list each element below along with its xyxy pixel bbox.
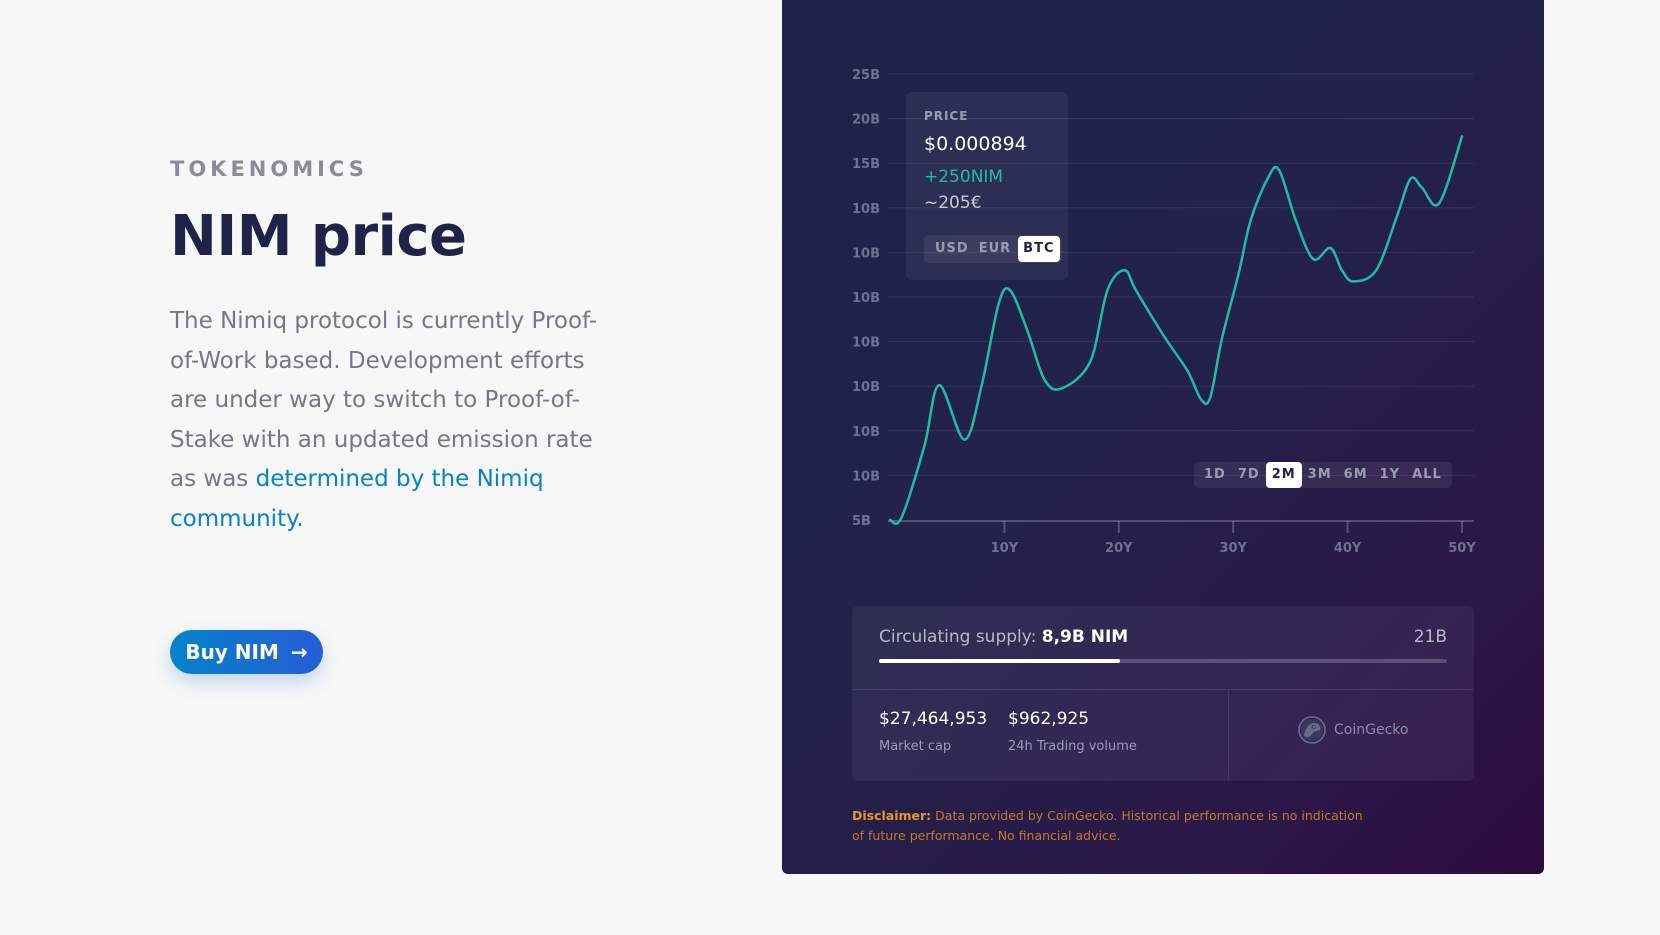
price-chart: 25B 20B 15B 10B 10B 10B 10B 10B 10B 10B 5B 10Y 20Y 30… [852,68,1476,556]
x-tick-label: 20Y [1105,541,1133,556]
x-tick-label: 40Y [1334,541,1362,556]
y-tick-label: 10B [852,336,880,351]
supply-progress-track [879,659,1447,663]
description-text: The Nimiq protocol is currently Proof-of… [170,308,598,492]
disclaimer-label: Disclaimer: [852,808,932,823]
divider-vertical [1228,690,1229,781]
buy-nim-label: Buy NIM [185,640,279,664]
supply-progress-fill [879,659,1120,663]
x-tick-label: 30Y [1219,541,1247,556]
y-tick-label: 10B [852,202,880,217]
volume-value: $962,925 [1008,709,1090,729]
description: The Nimiq protocol is currently Proof-of… [170,302,610,539]
y-tick-label: 10B [852,380,880,395]
y-tick-label: 25B [852,68,880,83]
buy-nim-button[interactable]: Buy NIM → [170,630,323,674]
y-tick-label: 10B [852,469,880,484]
x-tick-label: 10Y [991,541,1019,556]
coingecko-logo-icon [1298,716,1326,744]
range-option-3m[interactable]: 3M [1302,462,1338,488]
supply-label-text: Circulating supply: [879,627,1037,647]
range-option-7d[interactable]: 7D [1232,462,1266,488]
disclaimer: Disclaimer: Data provided by CoinGecko. … [852,806,1372,846]
range-option-1d[interactable]: 1D [1198,462,1232,488]
range-option-2m[interactable]: 2M [1265,462,1302,488]
market-cap-label: Market cap [879,739,952,754]
y-tick-label: 10B [852,291,880,306]
range-option-6m[interactable]: 6M [1338,462,1374,488]
supply-max: 21B [1413,627,1447,647]
tooltip-label: PRICE [924,109,969,123]
x-tick-label: 50Y [1448,541,1476,556]
time-range-switcher: 1D 7D 2M 3M 6M 1Y ALL [1194,462,1452,488]
eyebrow-label: TOKENOMICS [170,157,368,181]
y-tick-label: 15B [852,157,880,172]
tooltip-eur-value: ~205€ [924,193,982,213]
y-tick-label: 10B [852,246,880,261]
currency-option-btc[interactable]: BTC [1018,236,1060,262]
page-title: NIM price [170,204,467,269]
currency-switcher: USD EUR BTC [924,235,1062,263]
supply-label: Circulating supply: 8,9B NIM [879,627,1128,647]
market-cap-value: $27,464,953 [879,709,988,729]
currency-option-usd[interactable]: USD [930,236,974,262]
volume-label: 24h Trading volume [1008,739,1137,754]
supply-value: 8,9B NIM [1041,627,1129,647]
coingecko-link[interactable]: CoinGecko [1298,716,1408,744]
y-tick-label: 20B [852,113,880,128]
tooltip-price: $0.000894 [924,133,1027,155]
range-option-1y[interactable]: 1Y [1374,462,1406,488]
price-panel: 25B 20B 15B 10B 10B 10B 10B 10B 10B 10B 5B 10Y 20Y 30… [782,0,1544,874]
tooltip-nim-change: +250NIM [924,167,1004,187]
currency-option-eur[interactable]: EUR [974,236,1016,262]
stats-card: Circulating supply: 8,9B NIM 21B $27,464… [852,606,1474,781]
arrow-right-icon: → [290,640,308,664]
coingecko-label: CoinGecko [1334,722,1409,738]
y-tick-label: 5B [852,514,871,529]
divider [852,689,1474,690]
price-tooltip: PRICE $0.000894 +250NIM ~205€ USD EUR BTC [906,92,1068,280]
y-tick-label: 10B [852,425,880,440]
range-option-all[interactable]: ALL [1406,462,1448,488]
